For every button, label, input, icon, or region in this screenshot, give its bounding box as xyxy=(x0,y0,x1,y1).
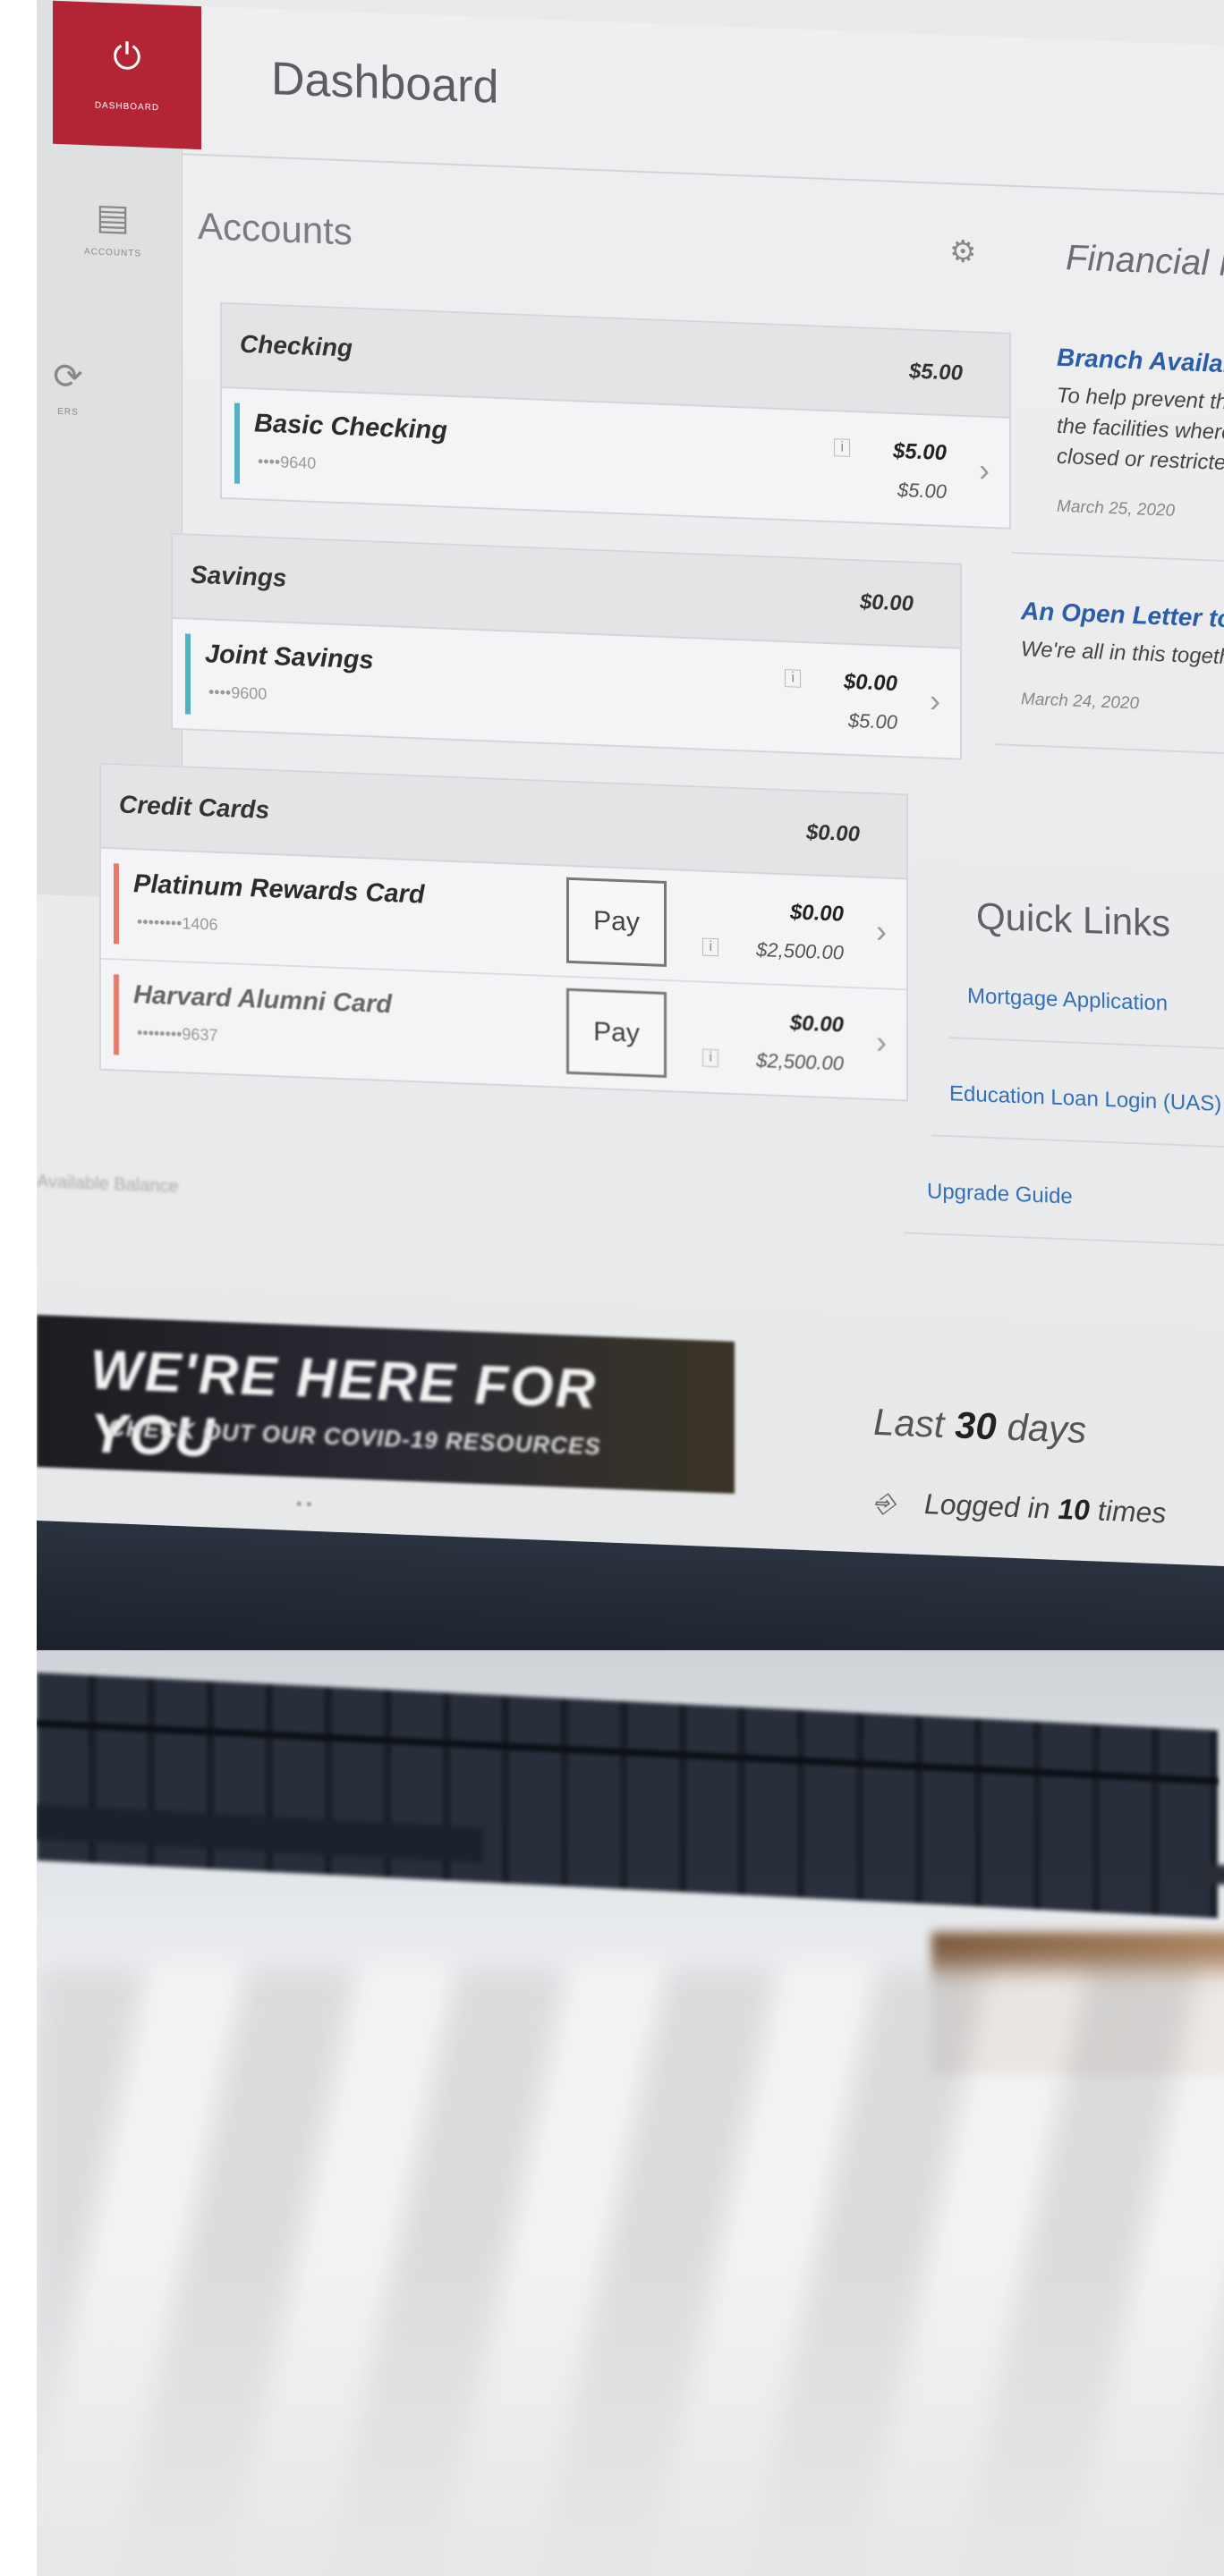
divider xyxy=(1012,551,1224,569)
account-available: $2,500.00 xyxy=(756,1048,844,1075)
account-color-bar xyxy=(114,974,119,1055)
account-name: Harvard Alumni Card xyxy=(133,980,392,1020)
covid-banner[interactable]: WE'RE HERE FOR YOU CHECK OUT OUR COVID-1… xyxy=(37,1315,735,1494)
news-headline[interactable]: An Open Letter to Ou xyxy=(1021,597,1224,640)
chevron-right-icon[interactable]: › xyxy=(876,912,887,950)
chevron-right-icon[interactable]: › xyxy=(930,682,940,719)
group-total: $0.00 xyxy=(859,589,914,616)
news-body: To help prevent the the facilities where… xyxy=(1057,381,1224,487)
trackpad-edge xyxy=(1191,1865,1224,1885)
news-title: Financial Ne xyxy=(1066,238,1224,285)
dashboard-screen: ⏻ DASHBOARD ▤ ACCOUNTS ⟳ ERS Dashboard A… xyxy=(37,0,1224,1626)
account-number: ••••••••9637 xyxy=(137,1023,218,1045)
account-color-bar xyxy=(185,633,191,715)
activity-suffix: days xyxy=(1007,1405,1087,1452)
login-count: ⎆ Logged in 10 times xyxy=(873,1486,1166,1530)
logged-suffix: times xyxy=(1097,1494,1167,1530)
activity-days: 30 xyxy=(955,1403,997,1448)
account-name: Joint Savings xyxy=(205,640,374,675)
page-title: Dashboard xyxy=(271,53,499,114)
info-icon: i xyxy=(702,937,718,957)
account-available: $2,500.00 xyxy=(756,937,844,964)
accounts-icon: ▤ xyxy=(96,197,130,238)
available-balance-label: Available Balance xyxy=(37,1172,179,1198)
news-headline[interactable]: Branch Availabil xyxy=(1057,343,1224,386)
news-body-line: We're all in this together. xyxy=(1021,637,1224,671)
nav-dashboard-label: DASHBOARD xyxy=(94,100,160,114)
divider xyxy=(949,1037,1224,1055)
news-date: March 24, 2020 xyxy=(1021,690,1140,714)
laptop-photo: ⏻ DASHBOARD ▤ ACCOUNTS ⟳ ERS Dashboard A… xyxy=(37,0,1224,2576)
nav-item-accounts[interactable]: ▤ ACCOUNTS xyxy=(46,197,180,260)
account-balance: $5.00 xyxy=(892,438,947,466)
gear-icon[interactable]: ⚙ xyxy=(949,233,976,270)
accounts-title: Accounts xyxy=(198,204,353,253)
group-name: Savings xyxy=(191,560,287,592)
news-body-line: closed or restricted a xyxy=(1057,444,1224,477)
news-item[interactable]: Branch Availabil To help prevent the the… xyxy=(1057,343,1224,531)
nav-item-dashboard[interactable]: ⏻ DASHBOARD xyxy=(53,0,201,150)
divider xyxy=(994,743,1224,760)
divider xyxy=(905,1232,1224,1250)
account-balance: $0.00 xyxy=(789,1011,844,1038)
quick-link-upgrade-guide[interactable]: Upgrade Guide xyxy=(927,1179,1224,1218)
chevron-right-icon[interactable]: › xyxy=(979,451,990,488)
group-name: Credit Cards xyxy=(119,790,270,824)
nav-item-transfers[interactable]: ⟳ ERS xyxy=(37,356,135,419)
account-group-checking: Checking $5.00 Basic Checking ••••9640 i… xyxy=(220,301,1011,530)
foreground-fade xyxy=(37,2236,1224,2576)
news-item[interactable]: An Open Letter to Ou We're all in this t… xyxy=(1021,597,1224,724)
carousel-dots[interactable]: • • xyxy=(296,1495,312,1514)
power-icon: ⏻ xyxy=(113,37,141,78)
account-available: $5.00 xyxy=(897,478,947,504)
account-color-bar xyxy=(114,863,119,945)
chevron-right-icon[interactable]: › xyxy=(876,1023,887,1061)
account-group-credit-cards: Credit Cards $0.00 Platinum Rewards Card… xyxy=(99,762,908,1102)
transfer-icon: ⟳ xyxy=(53,356,83,397)
banner-headline: WE'RE HERE FOR YOU xyxy=(90,1339,598,1470)
logged-count: 10 xyxy=(1058,1492,1090,1527)
quick-link-mortgage[interactable]: Mortgage Application xyxy=(967,984,1224,1023)
divider xyxy=(931,1134,1224,1152)
news-body: We're all in this together. xyxy=(1021,634,1224,679)
account-color-bar xyxy=(234,402,240,484)
logged-prefix: Logged in xyxy=(923,1487,1050,1525)
info-icon: i xyxy=(702,1048,718,1068)
account-name: Basic Checking xyxy=(254,409,447,445)
pay-button[interactable]: Pay xyxy=(566,877,667,968)
account-name: Platinum Rewards Card xyxy=(133,869,425,910)
quick-links-title: Quick Links xyxy=(976,894,1171,945)
account-group-savings: Savings $0.00 Joint Savings ••••9600 i $… xyxy=(171,532,962,760)
news-date: March 25, 2020 xyxy=(1057,496,1176,521)
account-available: $5.00 xyxy=(847,708,897,733)
activity-prefix: Last xyxy=(873,1400,945,1445)
group-total: $5.00 xyxy=(908,359,963,386)
activity-period: Last 30 days xyxy=(873,1401,1086,1452)
account-number: ••••9640 xyxy=(258,452,317,472)
top-bar: Dashboard xyxy=(182,5,1224,201)
quick-link-education-loan[interactable]: Education Loan Login (UAS) xyxy=(949,1081,1224,1121)
info-icon: i xyxy=(785,669,801,688)
account-number: ••••••••1406 xyxy=(137,912,218,934)
info-icon: i xyxy=(834,438,850,457)
account-balance: $0.00 xyxy=(843,669,897,696)
login-icon: ⎆ xyxy=(873,1487,895,1519)
pay-button[interactable]: Pay xyxy=(566,987,667,1079)
account-number: ••••9600 xyxy=(208,682,268,703)
group-name: Checking xyxy=(240,329,353,362)
group-total: $0.00 xyxy=(805,820,860,847)
account-balance: $0.00 xyxy=(789,900,844,927)
